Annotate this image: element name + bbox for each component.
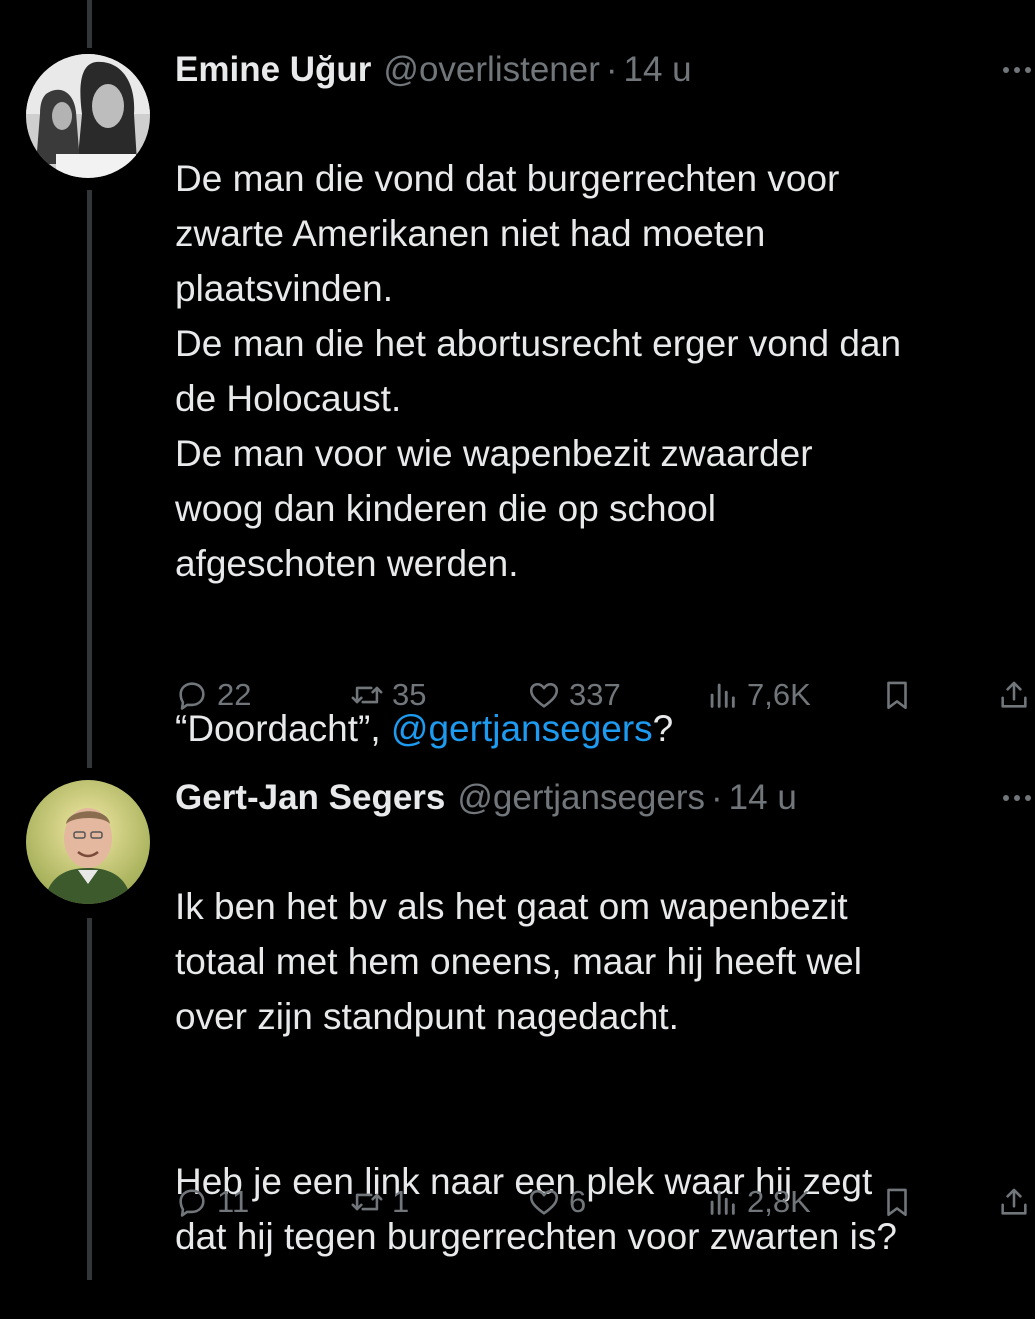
- tweet-actions: 11 1 6 2,8K: [175, 1180, 1035, 1224]
- author-name[interactable]: Gert-Jan Segers: [175, 778, 445, 818]
- views-icon: [710, 1190, 735, 1215]
- reply-count: 11: [217, 1184, 250, 1219]
- author-name[interactable]: Emine Uğur: [175, 50, 371, 90]
- thread-line-top: [87, 0, 92, 48]
- reply-icon: [179, 682, 205, 710]
- views-button[interactable]: 2,8K: [705, 1180, 811, 1224]
- like-icon: [529, 682, 559, 708]
- tweet[interactable]: Gert-Jan Segers @gertjansegers · 14 u Ik…: [175, 774, 1035, 1319]
- repost-icon: [351, 686, 383, 704]
- thread-line-bottom: [87, 918, 92, 1280]
- bookmark-icon: [887, 1188, 907, 1217]
- separator: ·: [711, 778, 723, 817]
- author-handle[interactable]: @overlistener: [383, 50, 599, 90]
- bookmark-button[interactable]: [880, 1180, 914, 1224]
- more-icon[interactable]: [1003, 46, 1031, 94]
- reply-count: 22: [217, 677, 252, 712]
- share-icon: [1001, 1188, 1027, 1215]
- reply-button[interactable]: 22: [175, 673, 251, 717]
- repost-count: 1: [392, 1184, 410, 1219]
- bookmark-icon: [887, 681, 907, 710]
- like-count: 337: [569, 677, 621, 712]
- share-icon: [1001, 681, 1027, 708]
- tweet-actions: 22 35 337 7,6K: [175, 673, 1035, 717]
- views-count: 7,6K: [747, 677, 811, 712]
- repost-count: 35: [392, 677, 427, 712]
- avatar[interactable]: [26, 54, 150, 178]
- tweet-text-paragraph: De man die vond dat burgerrechten voor z…: [175, 158, 902, 584]
- timestamp[interactable]: 14 u: [624, 50, 692, 90]
- like-button[interactable]: 6: [527, 1180, 586, 1224]
- thread-line-middle: [87, 190, 92, 768]
- tweet-header: Gert-Jan Segers @gertjansegers · 14 u: [175, 774, 1035, 822]
- separator: ·: [605, 50, 618, 89]
- like-count: 6: [569, 1184, 587, 1219]
- like-icon: [529, 1189, 559, 1215]
- avatar[interactable]: [26, 780, 150, 904]
- repost-icon: [351, 1193, 383, 1211]
- bookmark-button[interactable]: [880, 673, 914, 717]
- tweet-text-paragraph: Ik ben het bv als het gaat om wapenbezit…: [175, 886, 862, 1037]
- repost-button[interactable]: 1: [350, 1180, 409, 1224]
- author-handle[interactable]: @gertjansegers: [457, 778, 705, 818]
- views-icon: [710, 683, 735, 708]
- like-button[interactable]: 337: [527, 673, 621, 717]
- tweet-text: Ik ben het bv als het gaat om wapenbezit…: [175, 824, 1035, 1319]
- views-button[interactable]: 7,6K: [705, 673, 811, 717]
- share-button[interactable]: [997, 673, 1031, 717]
- more-icon[interactable]: [1003, 774, 1031, 822]
- repost-button[interactable]: 35: [350, 673, 426, 717]
- reply-button[interactable]: 11: [175, 1180, 249, 1224]
- share-button[interactable]: [997, 1180, 1031, 1224]
- timestamp[interactable]: 14 u: [729, 778, 797, 818]
- tweet-header: Emine Uğur @overlistener · 14 u: [175, 46, 1035, 94]
- reply-icon: [179, 1189, 205, 1217]
- views-count: 2,8K: [747, 1184, 811, 1219]
